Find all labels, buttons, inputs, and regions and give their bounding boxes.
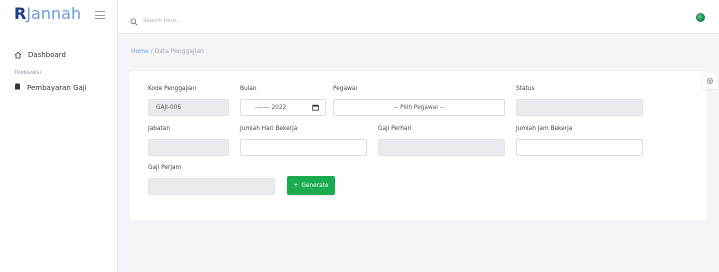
jabatan-field [148, 139, 229, 156]
gaji-perjam-label: Gaji Perjam [148, 165, 182, 171]
wallet-icon [14, 83, 21, 92]
plus-icon: + [293, 182, 299, 189]
brand-logo[interactable]: R Jannah [14, 4, 81, 23]
status-field [516, 99, 643, 116]
jumlah-hari-bekerja-label: Jumlah Hari Bekerja [240, 126, 298, 132]
gaji-perhari-label: Gaji Perhari [378, 126, 412, 132]
sidebar: R Jannah Dashboard TRANSAKSI Pembayaran G… [0, 0, 118, 272]
search-bar[interactable]: Search here... [130, 11, 181, 30]
brand-part1: R [14, 4, 27, 23]
sidebar-section-label: TRANSAKSI [14, 71, 42, 76]
jumlah-hari-bekerja-field[interactable] [240, 139, 367, 156]
bulan-label: Bulan [240, 86, 257, 92]
sidebar-item-label: Dashboard [28, 51, 66, 59]
kode-penggajian-field: GAJI-006 [148, 99, 229, 116]
topbar: Search here... [118, 0, 719, 34]
kode-penggajian-label: Kode Penggajian [148, 86, 197, 92]
breadcrumb-current: Data Penggajian [154, 48, 204, 55]
generate-label: Generate [301, 182, 329, 189]
search-icon [130, 11, 138, 30]
sidebar-item-label: Pembayaran Gaji [27, 83, 87, 92]
avatar[interactable] [696, 13, 705, 22]
bulan-value: ------- 2022 [255, 104, 287, 111]
breadcrumb: Home / Data Penggajian [131, 48, 204, 55]
gaji-perhari-field [378, 139, 505, 156]
breadcrumb-home[interactable]: Home [131, 48, 149, 55]
sidebar-item-pembayaran-gaji[interactable]: Pembayaran Gaji [14, 83, 87, 92]
gear-icon[interactable] [703, 73, 717, 89]
jumlah-jam-bekerja-label: Jumlah Jam Bekerja [516, 126, 573, 132]
brand-part2: Jannah [26, 4, 82, 23]
sidebar-item-dashboard[interactable]: Dashboard [14, 51, 66, 59]
home-icon [14, 51, 22, 59]
jumlah-jam-bekerja-field[interactable] [516, 139, 643, 156]
generate-button[interactable]: + Generate [287, 176, 335, 195]
gaji-perjam-field [148, 178, 275, 195]
calendar-icon[interactable] [312, 104, 319, 113]
pegawai-label: Pegawai [333, 86, 357, 92]
search-input[interactable]: Search here... [143, 18, 181, 24]
jabatan-label: Jabatan [148, 126, 170, 132]
status-label: Status [516, 86, 535, 92]
bulan-field[interactable]: ------- 2022 [240, 99, 326, 116]
pegawai-select[interactable]: -- Pilih Pegawai -- [333, 99, 505, 116]
hamburger-icon[interactable] [95, 11, 105, 19]
